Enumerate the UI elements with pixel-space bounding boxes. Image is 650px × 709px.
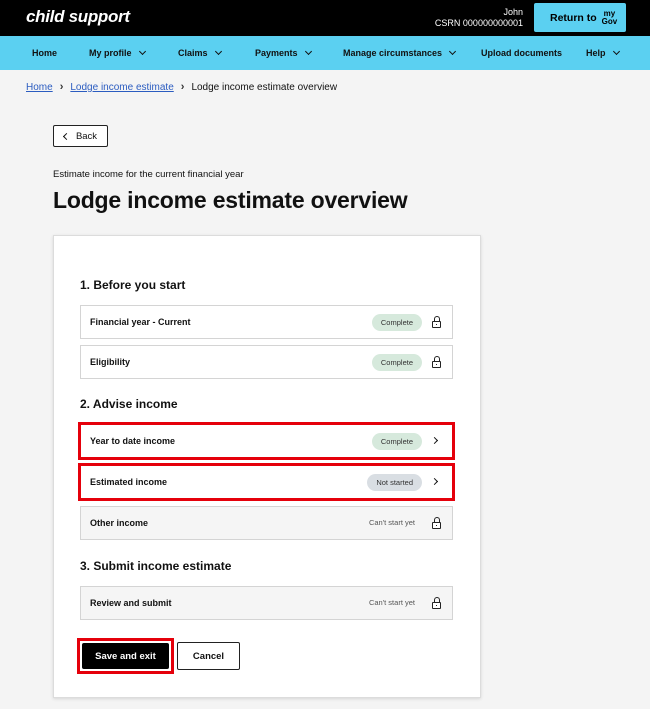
user-info: John CSRN 000000000001 (435, 7, 523, 29)
lock-icon (432, 597, 441, 609)
brand-logo[interactable]: child support (26, 7, 130, 27)
task-label: Review and submit (90, 598, 172, 608)
status-text: Can't start yet (368, 518, 415, 527)
chevron-down-icon (449, 47, 457, 56)
chevron-down-icon (214, 47, 222, 56)
nav-manage-circumstances-label: Manage circumstances (343, 48, 443, 58)
task-label: Other income (90, 518, 149, 528)
section-heading-before-you-start: 1. Before you start (80, 278, 186, 292)
mygov-logo-bottom: Gov (601, 16, 618, 26)
status-badge: Complete (371, 354, 422, 371)
return-label: Return to (550, 11, 597, 24)
user-name: John (503, 7, 523, 17)
highlight-box-estimated-income (78, 463, 455, 501)
nav-home[interactable]: Home (32, 36, 57, 70)
nav-help[interactable]: Help (586, 36, 620, 70)
breadcrumb-current: Lodge income estimate overview (191, 81, 338, 93)
breadcrumb-lodge-income-estimate-link[interactable]: Lodge income estimate (70, 82, 173, 93)
chevron-down-icon (304, 47, 312, 56)
back-button[interactable]: Back (53, 125, 108, 147)
nav-manage-circumstances[interactable]: Manage circumstances (343, 36, 457, 70)
nav-claims-label: Claims (178, 48, 208, 58)
nav-my-profile-label: My profile (89, 48, 132, 58)
highlight-box-save-and-exit (77, 638, 174, 674)
csrn-number: CSRN 000000000001 (434, 18, 523, 28)
task-label: Financial year - Current (90, 317, 191, 327)
task-review-and-submit: Review and submit Can't start yet (80, 586, 453, 620)
task-financial-year: Financial year - Current Complete (80, 305, 453, 339)
main-nav: Home My profile Claims Payments Manage c… (0, 36, 650, 70)
task-label: Eligibility (90, 357, 131, 367)
cancel-button[interactable]: Cancel (177, 642, 240, 670)
return-to-mygov-button[interactable]: Return to my Gov (534, 3, 626, 32)
page-subtitle: Estimate income for the current financia… (53, 169, 244, 180)
breadcrumb: Home › Lodge income estimate › Lodge inc… (26, 81, 337, 93)
back-label: Back (75, 130, 98, 142)
chevron-right-icon: › (59, 81, 64, 93)
lock-icon (432, 517, 441, 529)
status-badge: Complete (371, 314, 422, 331)
chevron-right-icon: › (180, 81, 185, 93)
lock-icon (432, 356, 441, 368)
breadcrumb-home-link[interactable]: Home (26, 82, 53, 93)
chevron-down-icon (612, 47, 620, 56)
task-other-income: Other income Can't start yet (80, 506, 453, 540)
lock-icon (432, 316, 441, 328)
task-eligibility: Eligibility Complete (80, 345, 453, 379)
chevron-left-icon (62, 132, 70, 140)
nav-my-profile[interactable]: My profile (89, 36, 146, 70)
section-heading-advise-income: 2. Advise income (80, 397, 178, 411)
nav-upload-documents-label: Upload documents (481, 48, 563, 58)
top-bar: child support John CSRN 000000000001 Ret… (0, 0, 650, 36)
section-heading-submit-income-estimate: 3. Submit income estimate (80, 559, 232, 573)
nav-help-label: Help (586, 48, 606, 58)
nav-payments-label: Payments (255, 48, 298, 58)
nav-upload-documents[interactable]: Upload documents (481, 36, 562, 70)
page-title: Lodge income estimate overview (53, 187, 408, 213)
highlight-box-year-to-date-income (78, 422, 455, 460)
nav-home-label: Home (32, 48, 58, 58)
mygov-logo: my Gov (601, 9, 618, 26)
nav-payments[interactable]: Payments (255, 36, 312, 70)
nav-claims[interactable]: Claims (178, 36, 222, 70)
chevron-down-icon (138, 47, 146, 56)
status-text: Can't start yet (368, 598, 415, 607)
